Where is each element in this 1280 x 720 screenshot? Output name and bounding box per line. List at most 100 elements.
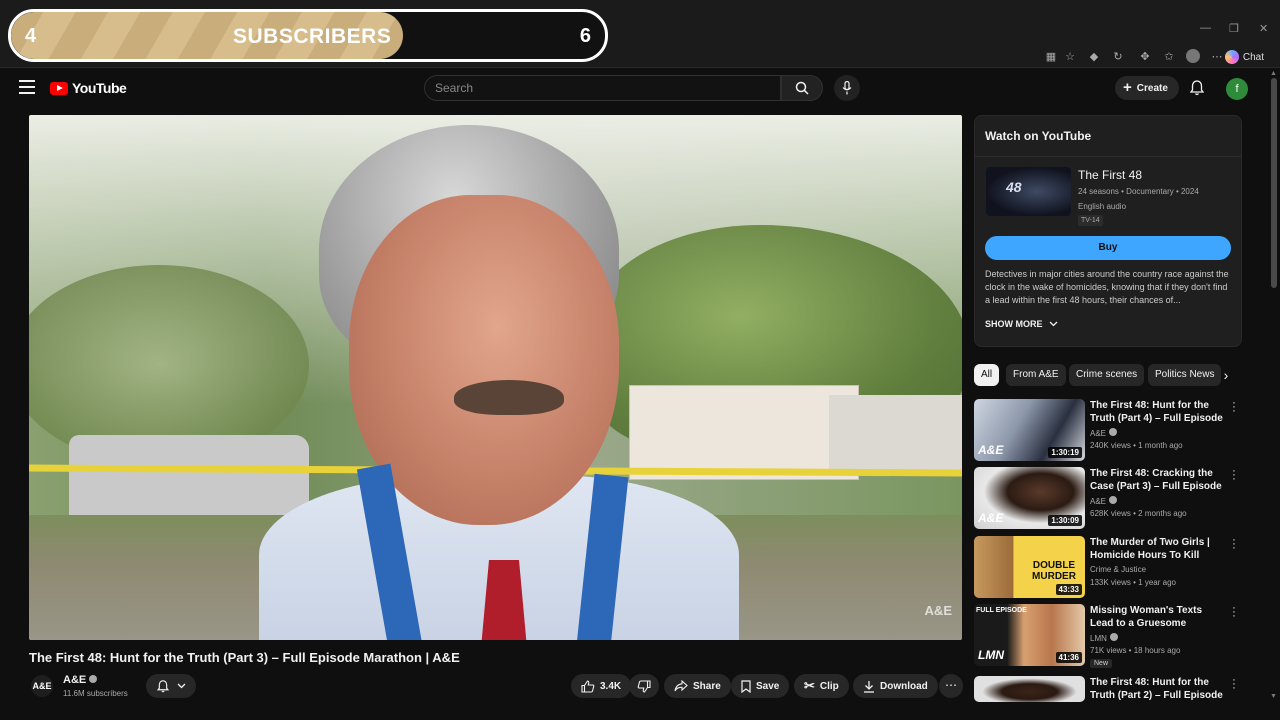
page-scrollbar[interactable]: ▲ ▼ [1270, 70, 1278, 700]
refresh-extension-icon[interactable]: ↻ [1111, 50, 1125, 64]
browser-profile-avatar[interactable] [1186, 49, 1200, 63]
show-more-button[interactable]: SHOW MORE [985, 319, 1058, 329]
thumbnail-brand: A&E [978, 443, 1004, 457]
clip-button[interactable]: ✂ Clip [794, 674, 849, 698]
create-button[interactable]: + Create [1115, 76, 1179, 100]
video-title[interactable]: Missing Woman's Texts Lead to a Gruesome… [1090, 604, 1226, 631]
show-title[interactable]: The First 48 [1078, 168, 1142, 182]
share-button[interactable]: Share [664, 674, 731, 698]
kebab-menu-icon[interactable]: · · · [1230, 676, 1238, 694]
show-more-label: SHOW MORE [985, 319, 1043, 329]
download-icon [864, 680, 874, 693]
kebab-menu-icon[interactable]: · · · [1230, 398, 1238, 417]
youtube-play-icon [50, 81, 68, 95]
chip-crime-scenes[interactable]: Crime scenes [1069, 364, 1145, 386]
list-item[interactable]: A&E 1:30:19 The First 48: Hunt for the T… [974, 398, 1242, 461]
minimize-icon[interactable]: — [1200, 22, 1211, 34]
video-player[interactable]: A&E [29, 115, 962, 640]
copilot-chat-button[interactable]: Chat [1221, 48, 1270, 66]
like-button[interactable]: 3.4K [571, 674, 632, 698]
video-duration: 1:30:19 [1048, 447, 1082, 458]
kebab-menu-icon[interactable]: · · · [1230, 535, 1238, 554]
verified-icon [1109, 633, 1118, 641]
channel-avatar[interactable]: A&E [31, 675, 53, 697]
chip-all[interactable]: All [974, 364, 1000, 386]
video-thumbnail[interactable]: A&E 1:30:09 [974, 467, 1085, 529]
search-input[interactable] [424, 75, 781, 101]
video-title[interactable]: The First 48: Cracking the Case (Part 3)… [1090, 467, 1226, 494]
thumbnail-brand: LMN [978, 648, 1004, 662]
chat-label: Chat [1242, 51, 1264, 63]
thumbnail-brand: A&E [978, 511, 1004, 525]
video-title[interactable]: The First 48: Hunt for the Truth (Part 2… [1090, 676, 1226, 702]
thumbs-down-icon [637, 679, 651, 693]
channel-name-row[interactable]: A&E [1090, 428, 1118, 438]
subscription-notify-button[interactable] [146, 674, 196, 698]
channel-name-row[interactable]: A&E [1090, 496, 1118, 506]
subscriber-label: SUBSCRIBERS [233, 25, 392, 48]
video-thumbnail[interactable] [974, 676, 1085, 702]
list-item[interactable]: The First 48: Hunt for the Truth (Part 2… [974, 676, 1242, 702]
user-avatar[interactable]: f [1226, 78, 1248, 100]
scroll-up-arrow-icon[interactable]: ▲ [1270, 70, 1277, 77]
save-button[interactable]: Save [731, 674, 790, 698]
bookmark-icon [741, 679, 751, 693]
scroll-down-arrow-icon[interactable]: ▼ [1270, 693, 1277, 700]
video-title[interactable]: The Murder of Two Girls | Homicide Hours… [1090, 536, 1226, 563]
like-count: 3.4K [600, 680, 622, 692]
show-thumbnail[interactable]: 48 [986, 167, 1071, 216]
video-duration: 43:33 [1055, 584, 1082, 595]
voice-search-button[interactable] [834, 75, 860, 101]
channel-name[interactable]: LMN [1090, 634, 1107, 643]
download-button[interactable]: Download [853, 674, 938, 698]
channel-name-row[interactable]: LMN [1090, 633, 1118, 643]
channel-name-row[interactable]: A&E [63, 674, 98, 686]
list-item[interactable]: FULL EPISODE LMN 41:36 Missing Woman's T… [974, 603, 1242, 668]
share-icon [674, 680, 688, 692]
verified-icon [1109, 428, 1118, 436]
favorites-icon[interactable]: ✩ [1162, 50, 1176, 64]
list-item[interactable]: A&E 1:30:09 The First 48: Cracking the C… [974, 466, 1242, 529]
notifications-bell-icon[interactable] [1189, 80, 1205, 101]
video-thumbnail[interactable]: DOUBLE MURDER 43:33 [974, 536, 1085, 598]
video-title[interactable]: The First 48: Hunt for the Truth (Part 4… [1090, 399, 1226, 426]
show-meta: 24 seasons • Documentary • 2024 [1078, 187, 1199, 196]
thumbs-up-icon [581, 679, 595, 693]
show-rating-badge: TV-14 [1078, 215, 1103, 226]
youtube-wordmark: YouTube [72, 80, 127, 96]
more-actions-button[interactable]: ⋯ [939, 674, 963, 698]
watch-card-header: Watch on YouTube [985, 129, 1092, 143]
hamburger-menu-icon[interactable] [19, 80, 35, 94]
youtube-logo[interactable]: YouTube [50, 80, 127, 96]
subscriber-start-count: 4 [25, 25, 37, 47]
channel-name[interactable]: A&E [1090, 497, 1106, 506]
chip-politics-news[interactable]: Politics News [1148, 364, 1222, 386]
clip-label: Clip [819, 680, 839, 692]
app-grid-icon[interactable]: ▦ [1044, 50, 1058, 64]
video-thumbnail[interactable]: A&E 1:30:19 [974, 399, 1085, 461]
chip-from-ae[interactable]: From A&E [1006, 364, 1066, 386]
dislike-button[interactable] [629, 674, 659, 698]
share-label: Share [693, 680, 721, 692]
puzzle-icon[interactable]: ✥ [1138, 50, 1152, 64]
favorite-star-icon[interactable]: ☆ [1063, 50, 1077, 64]
close-window-icon[interactable]: ✕ [1259, 22, 1268, 35]
restore-icon[interactable]: ❐ [1229, 22, 1239, 35]
channel-name[interactable]: A&E [63, 674, 86, 686]
channel-name[interactable]: Crime & Justice [1090, 565, 1146, 574]
chevron-right-icon[interactable]: › [1218, 367, 1234, 383]
video-views: 628K views • 2 months ago [1090, 509, 1187, 518]
scrollbar-thumb[interactable] [1271, 78, 1277, 288]
video-thumbnail[interactable]: FULL EPISODE LMN 41:36 [974, 604, 1085, 666]
list-item[interactable]: DOUBLE MURDER 43:33 The Murder of Two Gi… [974, 535, 1242, 598]
microphone-icon [842, 81, 852, 95]
video-views: 133K views • 1 year ago [1090, 578, 1176, 587]
search-button[interactable] [781, 75, 823, 101]
extension-icon[interactable]: ◆ [1087, 50, 1101, 64]
video-views: 240K views • 1 month ago [1090, 441, 1183, 450]
kebab-menu-icon[interactable]: · · · [1230, 603, 1238, 622]
channel-name[interactable]: A&E [1090, 429, 1106, 438]
kebab-menu-icon[interactable]: · · · [1230, 466, 1238, 485]
buy-button[interactable]: Buy [985, 236, 1231, 260]
chevron-down-icon [1049, 321, 1058, 327]
